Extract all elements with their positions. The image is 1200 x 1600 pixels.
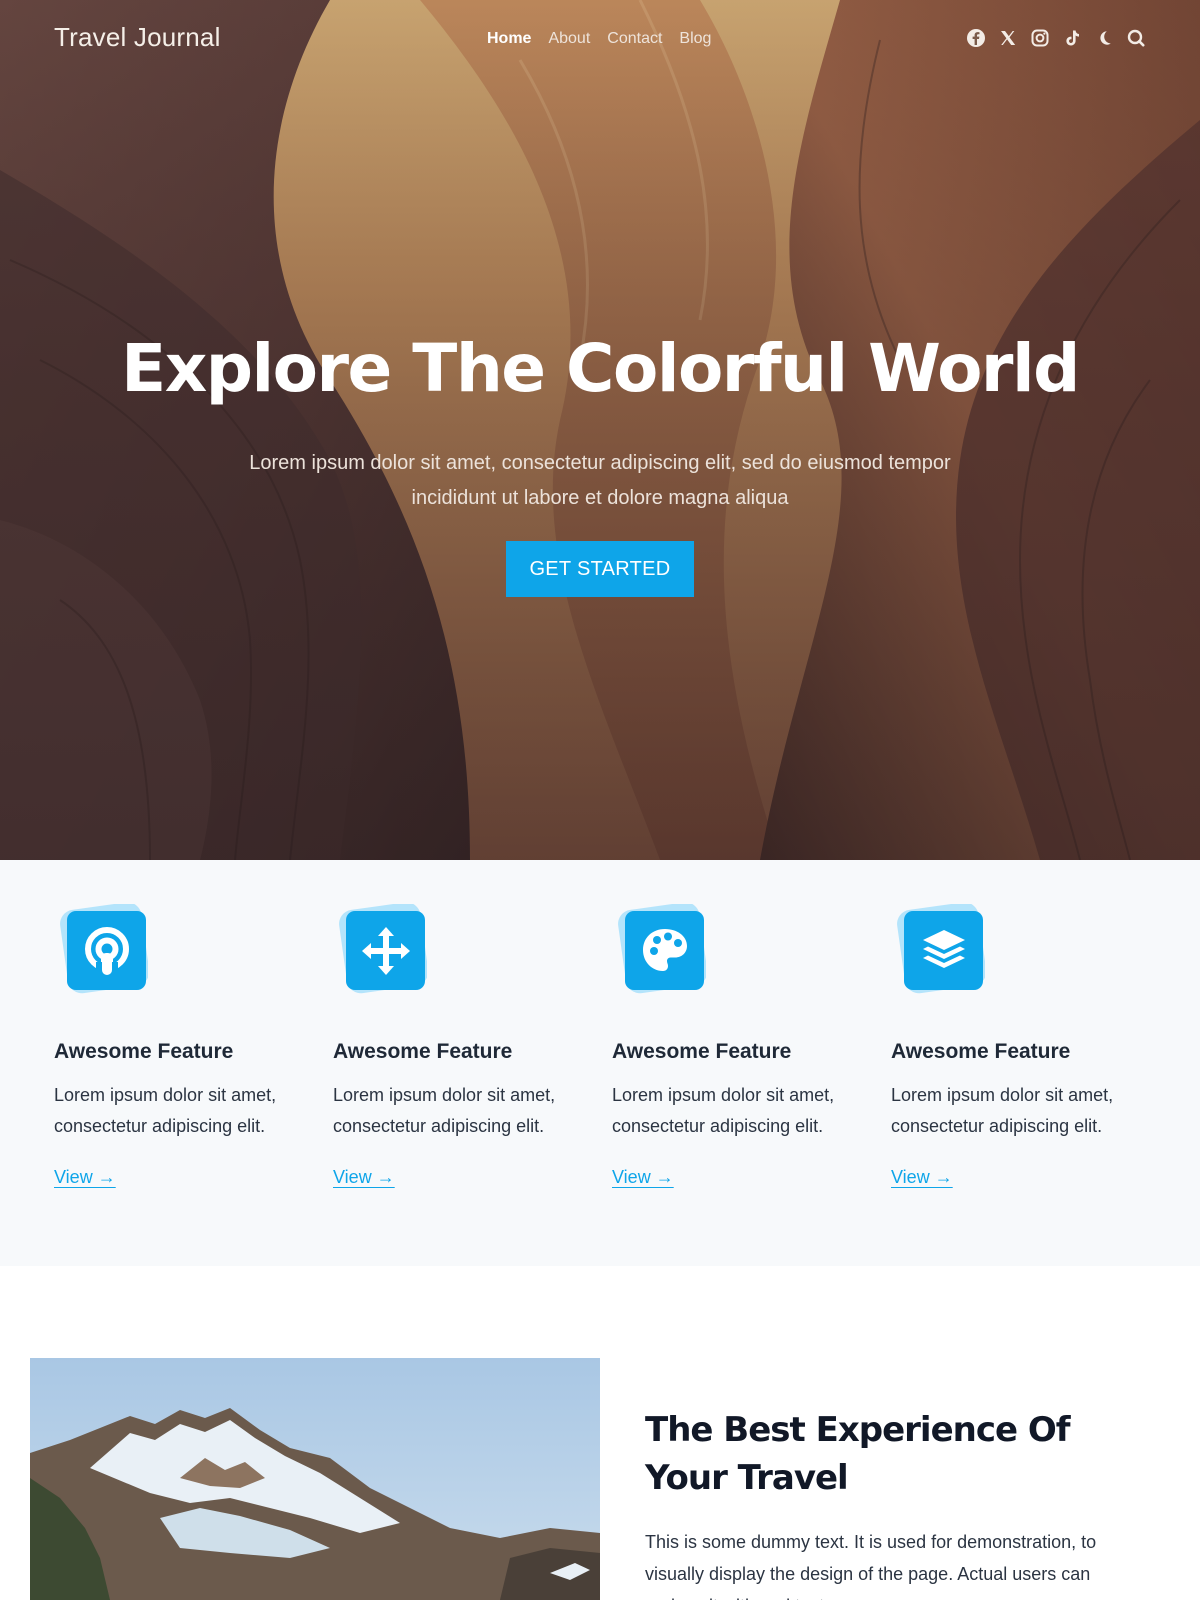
feature-view-link[interactable]: View → (54, 1167, 116, 1188)
tiktok-icon[interactable] (1062, 28, 1082, 48)
hero-subtitle: Lorem ipsum dolor sit amet, consectetur … (249, 452, 951, 509)
feature-view-link[interactable]: View → (891, 1167, 953, 1188)
nav-contact[interactable]: Contact (607, 30, 662, 48)
move-arrows-icon (361, 926, 410, 975)
layers-icon (922, 929, 965, 968)
site-header: Travel Journal Home About Contact Blog (0, 0, 1200, 80)
x-icon[interactable] (998, 28, 1018, 48)
hero-overlay (0, 0, 1200, 860)
feature-text: Lorem ipsum dolor sit amet, consectetur … (612, 1085, 835, 1136)
podcast-icon (84, 926, 129, 976)
feature-view-link[interactable]: View → (612, 1167, 674, 1188)
feature-icon-badge (616, 904, 706, 996)
experience-section: The Best Experience Of Your Travel This … (0, 1266, 1200, 1600)
main-nav: Home About Contact Blog (487, 30, 711, 48)
feature-icon-badge (337, 904, 427, 996)
feature-icon-badge (58, 904, 148, 996)
feature-title: Awesome Feature (333, 1040, 513, 1063)
palette-icon (642, 928, 687, 971)
moon-icon[interactable] (1094, 28, 1114, 48)
header-actions (966, 28, 1146, 48)
experience-title: The Best Experience Of Your Travel (645, 1410, 1071, 1498)
feature-title: Awesome Feature (891, 1040, 1071, 1063)
experience-text: This is some dummy text. It is used for … (645, 1532, 1097, 1600)
feature-text: Lorem ipsum dolor sit amet, consectetur … (891, 1085, 1114, 1136)
search-icon[interactable] (1126, 28, 1146, 48)
instagram-icon[interactable] (1030, 28, 1050, 48)
feature-view-link[interactable]: View → (333, 1167, 395, 1188)
feature-title: Awesome Feature (54, 1040, 234, 1063)
hero-section: Travel Journal Home About Contact Blog E… (0, 0, 1200, 860)
get-started-button[interactable]: GET STARTED (506, 541, 694, 597)
nav-blog[interactable]: Blog (679, 30, 711, 48)
nav-home[interactable]: Home (487, 30, 531, 48)
mountain-image (30, 1358, 600, 1600)
feature-text: Lorem ipsum dolor sit amet, consectetur … (54, 1085, 277, 1136)
feature-title: Awesome Feature (612, 1040, 792, 1063)
feature-icon-badge (895, 904, 985, 996)
feature-text: Lorem ipsum dolor sit amet, consectetur … (333, 1085, 556, 1136)
facebook-icon[interactable] (966, 28, 986, 48)
site-logo[interactable]: Travel Journal (54, 22, 221, 53)
features-section: Awesome Feature Lorem ipsum dolor sit am… (0, 860, 1200, 1266)
hero-title: Explore The Colorful World (121, 330, 1080, 407)
nav-about[interactable]: About (548, 30, 590, 48)
